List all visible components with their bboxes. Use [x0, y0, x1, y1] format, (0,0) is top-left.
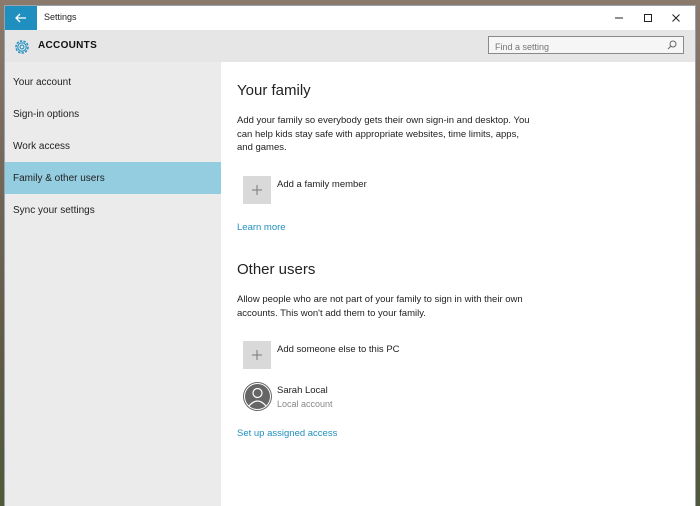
- sidebar-item-work-access[interactable]: Work access: [5, 130, 221, 162]
- maximize-icon: [644, 14, 652, 22]
- sidebar-item-sign-in-options[interactable]: Sign-in options: [5, 98, 221, 130]
- sidebar: Your account Sign-in options Work access…: [5, 62, 221, 506]
- settings-window: Settings ACCOUNTS Find a setting Your ac…: [5, 6, 695, 506]
- plus-icon: [252, 185, 262, 195]
- add-family-member-button[interactable]: [243, 176, 271, 204]
- family-description: Add your family so everybody gets their …: [237, 115, 530, 153]
- user-name[interactable]: Sarah Local: [277, 385, 328, 396]
- sidebar-item-family-other-users[interactable]: Family & other users: [5, 162, 221, 194]
- other-users-heading: Other users: [237, 261, 316, 278]
- back-button[interactable]: [5, 6, 37, 30]
- settings-header: ACCOUNTS: [5, 30, 695, 62]
- window-title: Settings: [44, 12, 77, 22]
- your-family-heading: Your family: [237, 82, 311, 99]
- back-arrow-icon: [15, 13, 26, 23]
- search-box[interactable]: [488, 36, 684, 55]
- user-avatar[interactable]: [243, 382, 272, 411]
- title-bar: Settings: [5, 6, 695, 30]
- section-title: ACCOUNTS: [38, 40, 98, 51]
- sidebar-item-sync-settings[interactable]: Sync your settings: [5, 194, 221, 226]
- plus-icon: [252, 350, 262, 360]
- add-someone-else-label[interactable]: Add someone else to this PC: [277, 344, 400, 355]
- search-input[interactable]: [489, 39, 654, 55]
- add-someone-else-button[interactable]: [243, 341, 271, 369]
- search-icon[interactable]: [667, 40, 677, 50]
- assigned-access-link[interactable]: Set up assigned access: [237, 428, 337, 439]
- gear-icon: [15, 40, 29, 54]
- user-icon: [244, 383, 271, 410]
- minimize-icon: [615, 17, 623, 19]
- close-icon: [672, 14, 680, 22]
- sidebar-item-your-account[interactable]: Your account: [5, 66, 221, 98]
- other-users-description: Allow people who are not part of your fa…: [237, 294, 523, 319]
- close-button[interactable]: [657, 6, 695, 30]
- main-content: Your family Add your family so everybody…: [221, 62, 695, 506]
- user-account-type: Local account: [277, 399, 333, 409]
- learn-more-link[interactable]: Learn more: [237, 222, 286, 233]
- add-family-member-label[interactable]: Add a family member: [277, 179, 367, 190]
